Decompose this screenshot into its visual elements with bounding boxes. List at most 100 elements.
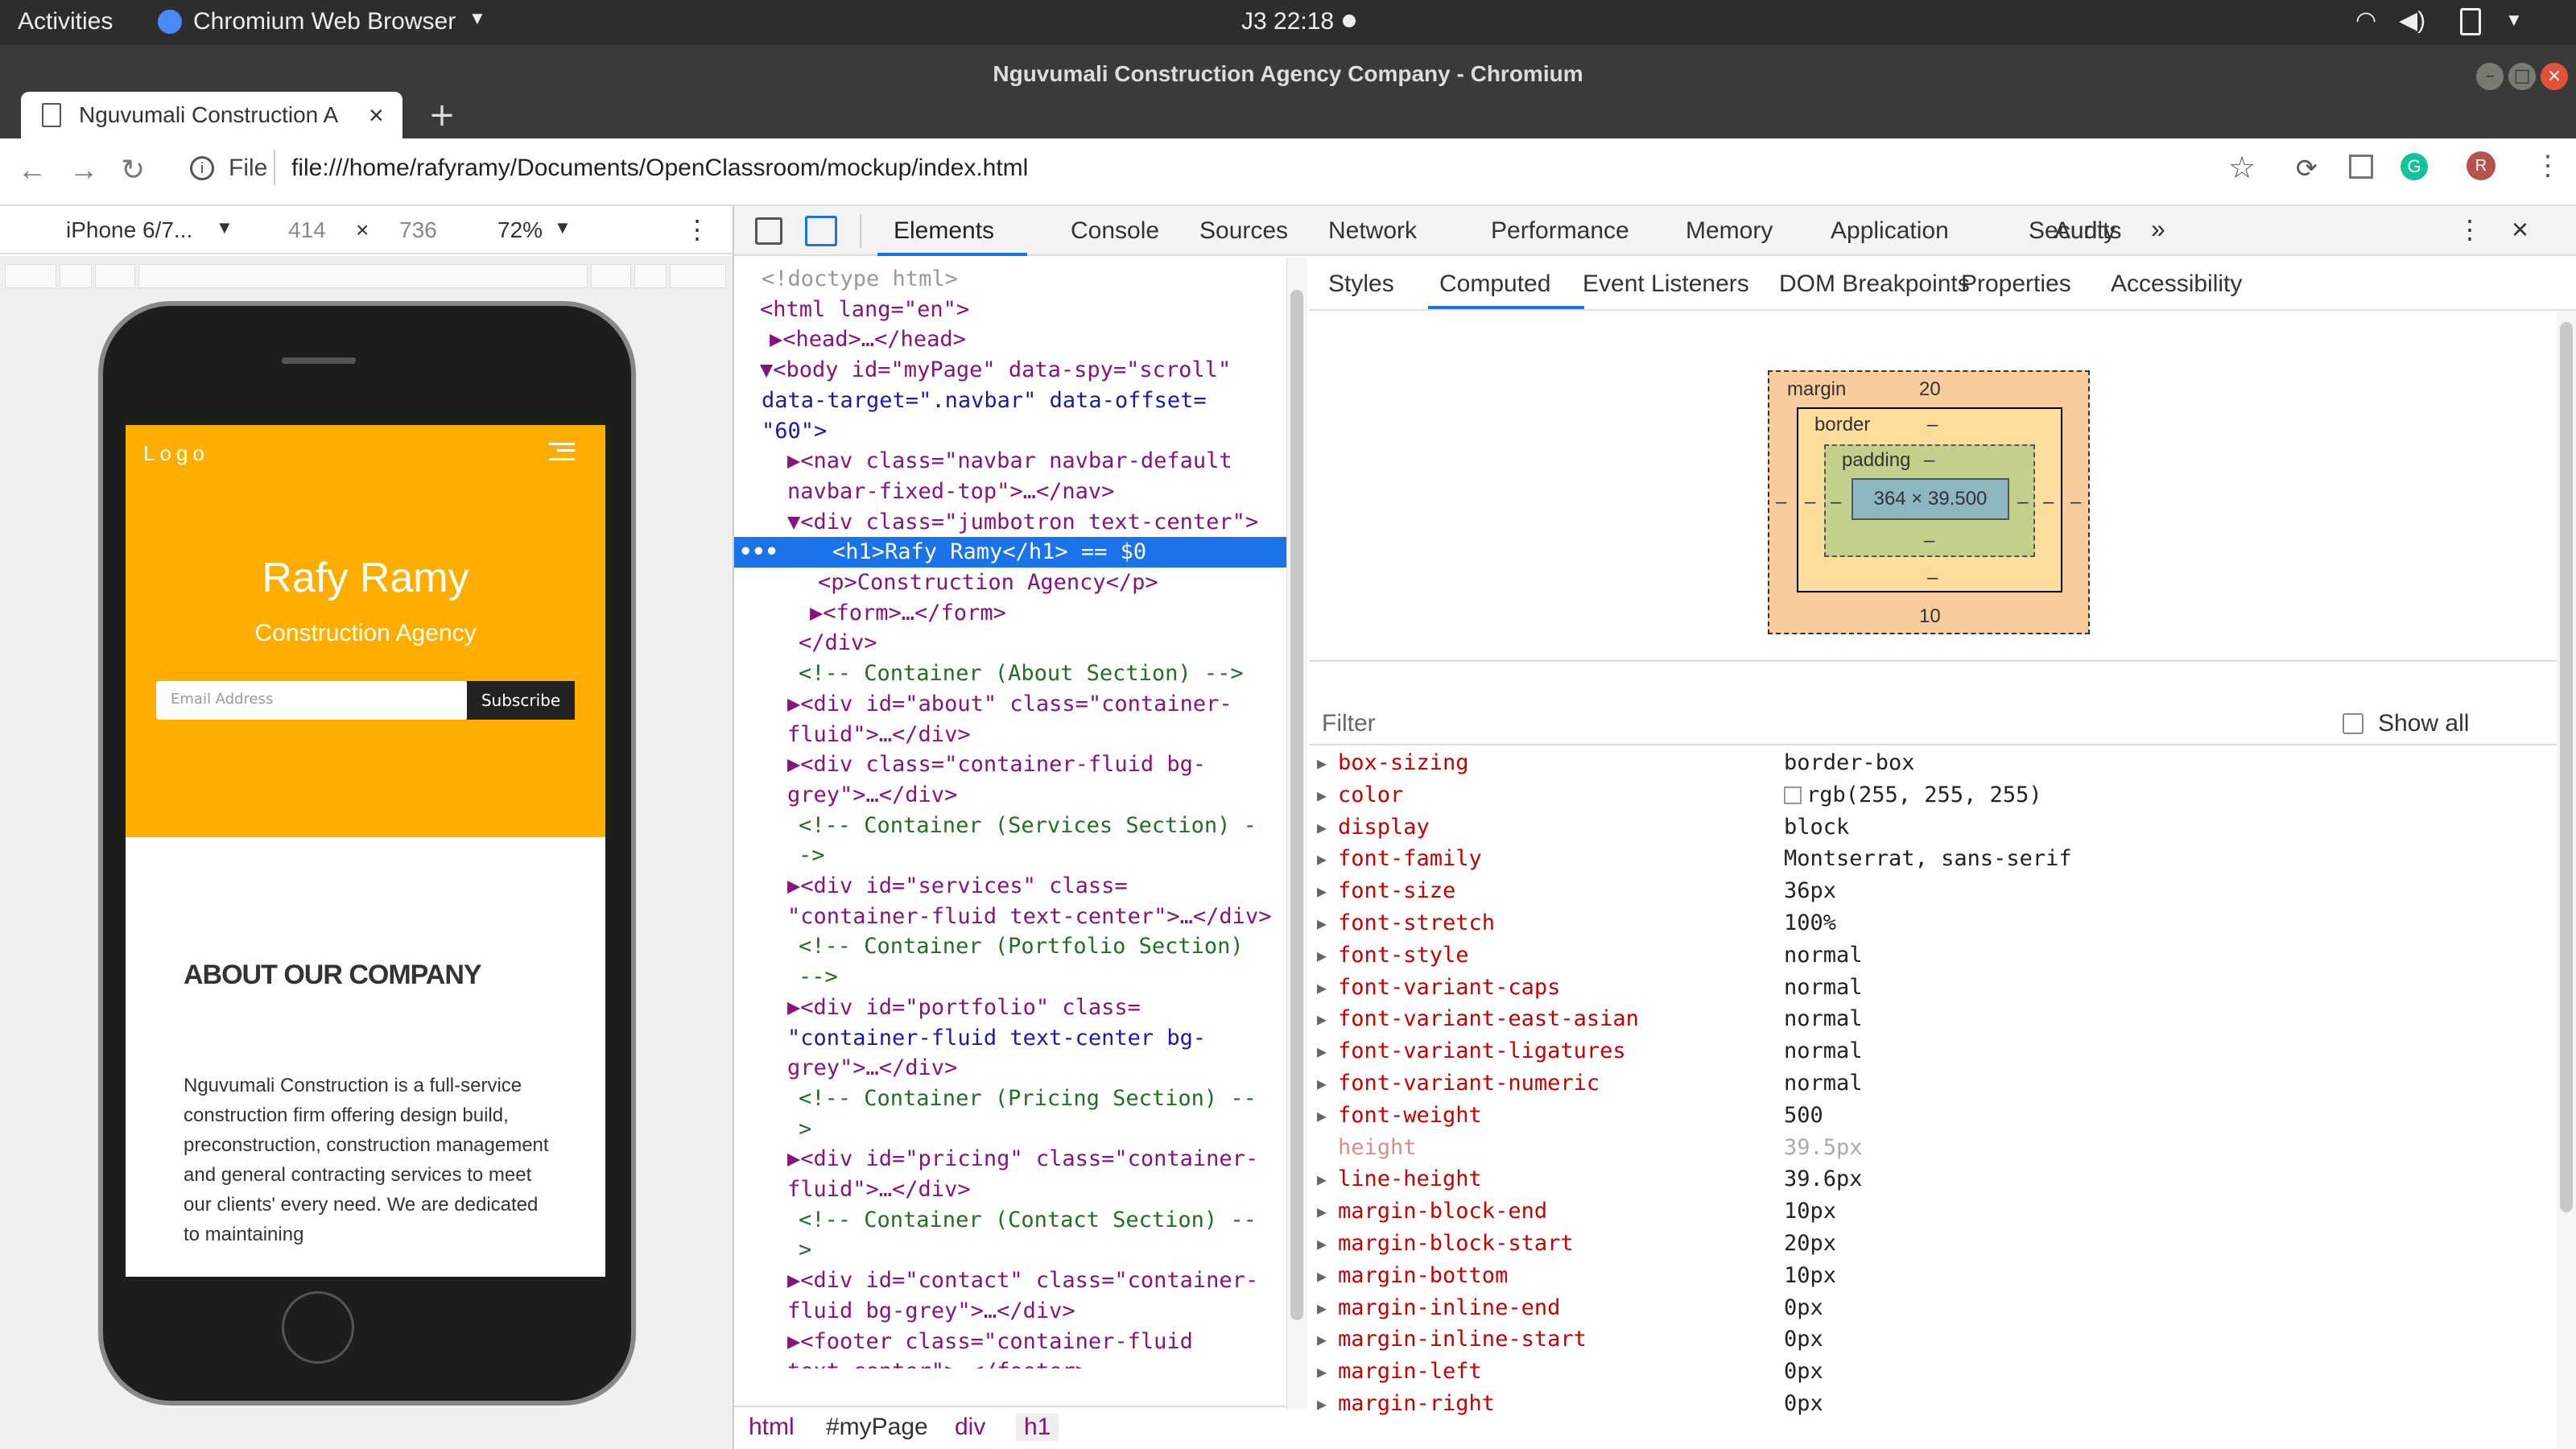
padding-right-value[interactable]: – xyxy=(2017,491,2028,514)
volume-icon[interactable]: ◀) xyxy=(2399,6,2425,35)
expand-triangle-icon[interactable]: ▶ xyxy=(1317,1163,1327,1195)
expand-triangle-icon[interactable]: ▶ xyxy=(1317,875,1327,907)
devtools-tab-sources[interactable]: Sources xyxy=(1199,217,1288,245)
computed-property-row[interactable]: ▶ margin-right 0px xyxy=(1309,1388,2576,1420)
device-toolbar-toggle-icon[interactable] xyxy=(805,216,837,246)
subscribe-button[interactable]: Subscribe xyxy=(467,681,575,720)
computed-property-row[interactable]: ▶ line-height 39.6px xyxy=(1309,1163,2576,1195)
dom-tree-line[interactable]: ▶<form>…</form> xyxy=(734,598,1286,629)
dom-tree-line[interactable]: fluid bg-grey">…</div> xyxy=(734,1296,1286,1327)
dom-tree-line[interactable]: ▼<div class="jumbotron text-center"> xyxy=(734,507,1286,538)
dom-tree-line[interactable]: navbar-fixed-top">…</nav> xyxy=(734,477,1286,507)
sidebar-tab-event-listeners[interactable]: Event Listeners xyxy=(1583,270,1749,298)
margin-left-value[interactable]: – xyxy=(1776,491,1786,514)
site-logo[interactable]: Logo xyxy=(143,441,209,466)
computed-property-row[interactable]: ▶ display block xyxy=(1309,811,2576,844)
dom-tree-line[interactable]: <html lang="en"> xyxy=(734,295,1286,325)
dom-tree-line[interactable]: text-center">…</footer> xyxy=(734,1356,1286,1368)
dom-tree-line[interactable]: -> xyxy=(734,840,1286,871)
expand-triangle-icon[interactable]: ▶ xyxy=(1317,939,1327,972)
margin-right-value[interactable]: – xyxy=(2070,491,2081,514)
dom-tree-line[interactable]: > xyxy=(734,1114,1286,1145)
computed-property-row[interactable]: ▶ font-stretch 100% xyxy=(1309,907,2576,939)
dom-tree-line[interactable]: ▶<div id="services" class= xyxy=(734,871,1286,902)
border-left-value[interactable]: – xyxy=(1805,491,1815,514)
back-icon[interactable]: ← xyxy=(18,153,47,187)
elements-tree[interactable]: <!doctype html> <html lang="en"> ▶<head>…<… xyxy=(734,258,1286,1368)
computed-property-row[interactable]: ▶ font-size 36px xyxy=(1309,875,2576,907)
ruler-segment[interactable] xyxy=(670,264,726,288)
reader-icon[interactable] xyxy=(2349,155,2373,179)
border-right-value[interactable]: – xyxy=(2043,491,2054,514)
computed-property-row[interactable]: ▶ font-variant-caps normal xyxy=(1309,972,2576,1004)
dom-tree-line[interactable]: ▼<body id="myPage" data-spy="scroll" xyxy=(734,355,1286,386)
border-bottom-value[interactable]: – xyxy=(1927,567,1938,589)
dom-tree-line[interactable]: ▶<div id="contact" class="container- xyxy=(734,1265,1286,1296)
filter-input[interactable]: Filter xyxy=(1322,710,1376,737)
dom-tree-line[interactable]: ▶<footer class="container-fluid xyxy=(734,1327,1286,1357)
computed-property-row[interactable]: ▶ font-family Montserrat, sans-serif xyxy=(1309,843,2576,875)
bookmark-star-icon[interactable]: ☆ xyxy=(2228,150,2256,186)
expand-triangle-icon[interactable]: ▶ xyxy=(1317,1388,1327,1420)
inspect-element-icon[interactable] xyxy=(755,217,782,245)
dom-tree-line[interactable]: --> xyxy=(734,962,1286,993)
dom-tree-line[interactable]: "container-fluid text-center">…</div> xyxy=(734,902,1286,932)
zoom-chevron-icon[interactable]: ▼ xyxy=(554,217,572,238)
dom-tree-line[interactable]: ▶<div id="about" class="container- xyxy=(734,689,1286,720)
device-height-input[interactable]: 736 xyxy=(399,217,437,243)
forward-icon[interactable]: → xyxy=(69,153,98,187)
box-model-padding[interactable]: padding – – – – 364 × 39.500 xyxy=(1824,444,2035,557)
computed-scrollbar[interactable] xyxy=(2557,311,2576,1449)
email-field[interactable]: Email Address xyxy=(156,681,467,720)
expand-triangle-icon[interactable]: ▶ xyxy=(1317,843,1327,875)
devtools-tab-network[interactable]: Network xyxy=(1328,217,1417,245)
box-model-margin[interactable]: margin 20 10 – – border – – – – padding … xyxy=(1768,370,2090,634)
computed-property-row[interactable]: ▶ box-sizing border-box xyxy=(1309,747,2576,779)
padding-value[interactable]: – xyxy=(1924,449,1934,472)
dom-tree-line[interactable]: > xyxy=(734,1235,1286,1265)
box-model-border[interactable]: border – – – – padding – – – – 364 × 39.… xyxy=(1797,407,2062,592)
computed-property-row[interactable]: ▶ margin-block-start 20px xyxy=(1309,1228,2576,1260)
home-button[interactable] xyxy=(282,1291,354,1364)
device-chevron-icon[interactable]: ▼ xyxy=(216,217,233,238)
expand-triangle-icon[interactable]: ▶ xyxy=(1317,811,1327,844)
computed-property-row[interactable]: ▶ margin-block-end 10px xyxy=(1309,1195,2576,1228)
node-actions-icon[interactable]: ••• xyxy=(739,537,778,568)
devtools-tab-performance[interactable]: Performance xyxy=(1491,217,1629,245)
devtools-tab-elements[interactable]: Elements xyxy=(894,217,994,245)
sidebar-tab-accessibility[interactable]: Accessibility xyxy=(2111,270,2242,298)
scrollbar-thumb[interactable] xyxy=(2560,322,2573,1212)
dom-tree-line[interactable]: <!-- Container (About Section) --> xyxy=(734,658,1286,689)
devtools-menu-icon[interactable]: ⋮ xyxy=(2457,214,2483,245)
devtools-tab-memory[interactable]: Memory xyxy=(1686,217,1773,245)
computed-property-row[interactable]: ▶ font-variant-ligatures normal xyxy=(1309,1035,2576,1067)
device-select[interactable]: iPhone 6/7... xyxy=(66,217,192,243)
expand-triangle-icon[interactable]: ▶ xyxy=(1317,1228,1327,1260)
dom-tree-line[interactable]: grey">…</div> xyxy=(734,780,1286,811)
dom-tree-line[interactable]: <!-- Container (Contact Section) -- xyxy=(734,1205,1286,1236)
dom-tree-line[interactable]: ▶<nav class="navbar navbar-default xyxy=(734,446,1286,477)
expand-triangle-icon[interactable]: ▶ xyxy=(1317,1356,1327,1388)
computed-property-row[interactable]: ▶ font-variant-numeric normal xyxy=(1309,1067,2576,1100)
hamburger-menu-icon[interactable] xyxy=(549,443,575,460)
dom-tree-line[interactable]: <!doctype html> xyxy=(734,264,1286,295)
computed-property-row[interactable]: ▶ font-weight 500 xyxy=(1309,1100,2576,1132)
padding-left-value[interactable]: – xyxy=(1831,491,1841,514)
devtools-tab-console[interactable]: Console xyxy=(1071,217,1159,245)
url-input[interactable]: file:///home/rafyramy/Documents/OpenClas… xyxy=(291,155,1028,182)
close-window-button[interactable]: × xyxy=(2541,63,2568,90)
dom-tree-line[interactable]: "container-fluid text-center bg- xyxy=(734,1023,1286,1054)
dom-tree-line[interactable]: <!-- Container (Pricing Section) -- xyxy=(734,1084,1286,1114)
expand-triangle-icon[interactable]: ▶ xyxy=(1317,1100,1327,1132)
clock[interactable]: J3 22:18 xyxy=(1241,8,1334,35)
border-value[interactable]: – xyxy=(1927,414,1938,436)
sidebar-tab-styles[interactable]: Styles xyxy=(1328,270,1394,298)
reload-icon[interactable]: ↻ xyxy=(121,153,145,187)
device-more-icon[interactable]: ⋮ xyxy=(684,214,710,245)
computed-property-row[interactable]: ▶ color rgb(255, 255, 255) xyxy=(1309,779,2576,811)
expand-triangle-icon[interactable]: ▶ xyxy=(1317,1195,1327,1228)
more-tabs-button[interactable]: » xyxy=(2151,214,2165,244)
dom-tree-line[interactable]: <p>Construction Agency</p> xyxy=(734,568,1286,598)
sidebar-tab-properties[interactable]: Properties xyxy=(1961,270,2071,298)
dom-tree-line[interactable]: data-target=".navbar" data-offset= xyxy=(734,386,1286,416)
